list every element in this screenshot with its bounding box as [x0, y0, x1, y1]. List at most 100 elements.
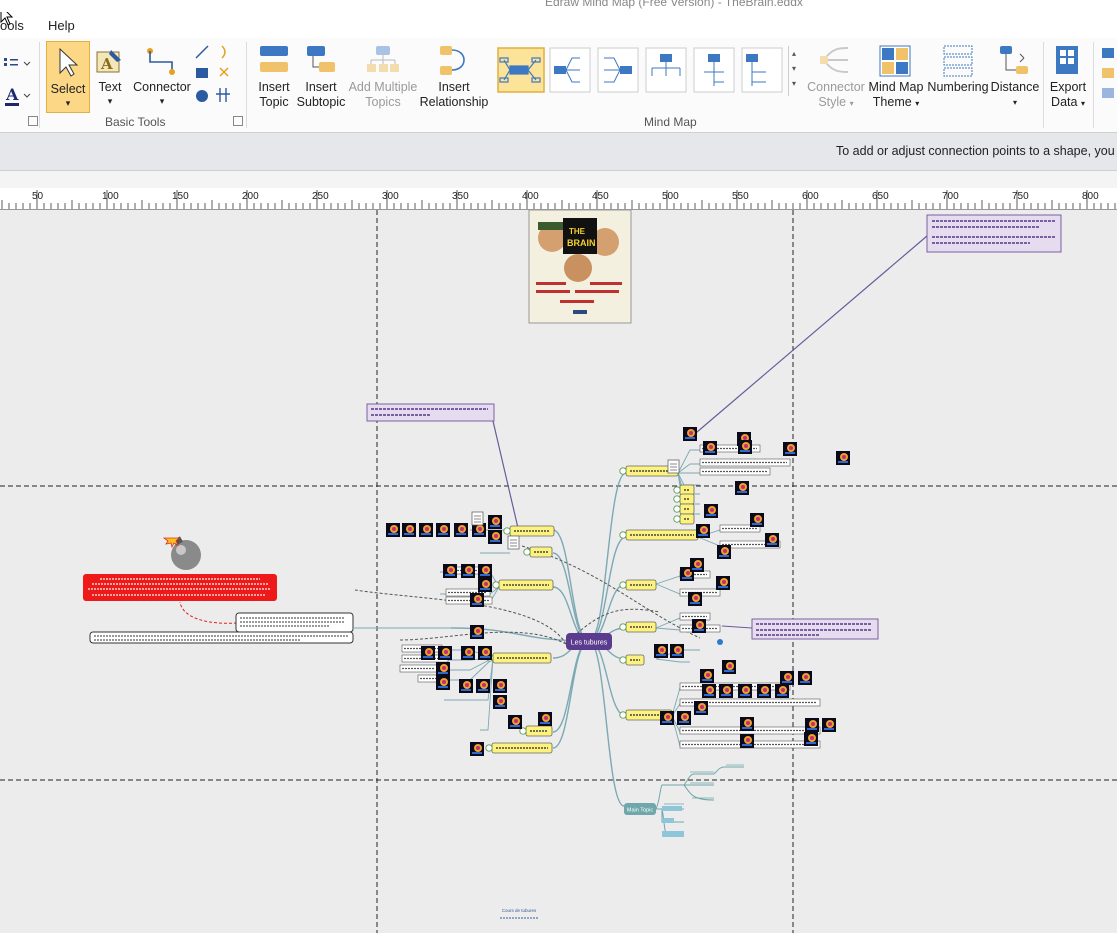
insert-subtopic-button[interactable]: Insert Subtopic	[295, 80, 347, 110]
album-thumbnail[interactable]	[478, 578, 492, 592]
link-marker-icon[interactable]	[717, 639, 723, 645]
album-thumbnail[interactable]	[493, 695, 507, 709]
album-thumbnail[interactable]	[704, 504, 718, 518]
album-thumbnail[interactable]	[783, 442, 797, 456]
select-button[interactable]: Select ▾	[46, 41, 90, 113]
numbering-button[interactable]: Numbering	[924, 80, 992, 95]
album-thumbnail[interactable]	[470, 742, 484, 756]
album-thumbnail[interactable]	[775, 684, 789, 698]
album-thumbnail[interactable]	[780, 671, 794, 685]
movie-poster-image[interactable]: THE BRAIN	[528, 210, 632, 324]
add-multiple-topics-button[interactable]: Add Multiple Topics	[345, 80, 421, 110]
bottom-topic-label[interactable]: Cours de tubures	[502, 908, 537, 913]
album-thumbnail[interactable]	[670, 644, 684, 658]
central-topic[interactable]: Les tubures	[566, 633, 612, 650]
menu-tools[interactable]: ools	[0, 18, 24, 33]
album-thumbnail[interactable]	[436, 662, 450, 676]
album-thumbnail[interactable]	[716, 576, 730, 590]
album-thumbnail[interactable]	[478, 564, 492, 578]
album-thumbnail[interactable]	[436, 523, 450, 537]
album-thumbnail[interactable]	[488, 530, 502, 544]
left-subtopic-boxes[interactable]	[89, 612, 354, 644]
album-thumbnail[interactable]	[654, 644, 668, 658]
theme-icon	[879, 45, 911, 77]
album-thumbnail[interactable]	[740, 717, 754, 731]
album-thumbnail[interactable]	[700, 669, 714, 683]
album-thumbnail[interactable]	[470, 593, 484, 607]
main-topic-node[interactable]: Main Topic	[624, 803, 656, 815]
horizontal-ruler[interactable]: 50 100 150 200 250 300 350 400 450 500 550 600 650 70…	[0, 188, 1117, 210]
album-thumbnail[interactable]	[740, 734, 754, 748]
album-thumbnail[interactable]	[722, 660, 736, 674]
menu-help[interactable]: Help	[48, 18, 75, 33]
note-callout-left[interactable]	[366, 403, 495, 422]
connector-tool-button[interactable]: Connector	[130, 80, 194, 95]
album-thumbnail[interactable]	[719, 684, 733, 698]
album-thumbnail[interactable]	[836, 451, 850, 465]
album-thumbnail[interactable]	[738, 440, 752, 454]
insert-topic-button[interactable]: Insert Topic	[252, 80, 296, 110]
export-data-button[interactable]: Export Data ▾	[1046, 80, 1090, 111]
album-thumbnail[interactable]	[478, 646, 492, 660]
album-thumbnail[interactable]	[757, 684, 771, 698]
basic-tools-launcher[interactable]	[233, 116, 243, 126]
album-thumbnail[interactable]	[683, 427, 697, 441]
album-thumbnail[interactable]	[419, 523, 433, 537]
album-thumbnail[interactable]	[738, 684, 752, 698]
red-warning-note[interactable]	[83, 574, 277, 601]
album-thumbnail[interactable]	[735, 481, 749, 495]
album-thumbnail[interactable]	[461, 564, 475, 578]
connector-style-button[interactable]: Connector Style ▾	[804, 80, 868, 111]
add-multiple-line2: Topics	[365, 95, 401, 109]
document-icon[interactable]	[507, 535, 520, 550]
album-thumbnail[interactable]	[703, 441, 717, 455]
album-thumbnail[interactable]	[765, 533, 779, 547]
document-icon[interactable]	[667, 459, 680, 474]
text-tool-button[interactable]: Text	[92, 80, 128, 95]
album-thumbnail[interactable]	[696, 524, 710, 538]
album-thumbnail[interactable]	[470, 625, 484, 639]
album-thumbnail[interactable]	[508, 715, 522, 729]
more-tools-icon[interactable]	[1100, 46, 1117, 106]
album-thumbnail[interactable]	[822, 718, 836, 732]
album-thumbnail[interactable]	[461, 646, 475, 660]
shape-tools-icon[interactable]	[194, 44, 238, 110]
album-thumbnail[interactable]	[402, 523, 416, 537]
album-thumbnail[interactable]	[804, 732, 818, 746]
album-thumbnail[interactable]	[692, 619, 706, 633]
album-thumbnail[interactable]	[717, 545, 731, 559]
album-thumbnail[interactable]	[677, 711, 691, 725]
font-group-launcher[interactable]	[28, 116, 38, 126]
album-thumbnail[interactable]	[798, 671, 812, 685]
album-thumbnail[interactable]	[476, 679, 490, 693]
gallery-scroll[interactable]: ▴ ▾ ▾	[788, 46, 799, 96]
note-callout-right[interactable]	[751, 618, 879, 640]
mind-map-theme-button[interactable]: Mind Map Theme ▾	[864, 80, 928, 111]
layout-gallery: ▴ ▾ ▾	[496, 46, 796, 96]
document-icon[interactable]	[471, 511, 484, 526]
album-thumbnail[interactable]	[454, 523, 468, 537]
album-thumbnail[interactable]	[688, 592, 702, 606]
album-thumbnail[interactable]	[421, 646, 435, 660]
drawing-canvas[interactable]: THE BRAIN Les tubures Main Topic Cours d…	[0, 210, 1117, 933]
album-thumbnail[interactable]	[443, 564, 457, 578]
album-thumbnail[interactable]	[493, 679, 507, 693]
album-thumbnail[interactable]	[660, 711, 674, 725]
distance-button[interactable]: Distance ▾	[988, 80, 1042, 110]
album-thumbnail[interactable]	[750, 513, 764, 527]
central-topic-label: Les tubures	[571, 640, 608, 647]
album-thumbnail[interactable]	[386, 523, 400, 537]
album-thumbnail[interactable]	[459, 679, 473, 693]
album-thumbnail[interactable]	[702, 684, 716, 698]
insert-relationship-button[interactable]: Insert Relationship	[418, 80, 490, 110]
album-thumbnail[interactable]	[690, 558, 704, 572]
album-thumbnail[interactable]	[805, 718, 819, 732]
list-format-icon[interactable]: A	[2, 52, 34, 112]
insert-topic-line2: Topic	[259, 95, 289, 109]
album-thumbnail[interactable]	[538, 712, 552, 726]
note-callout-top-right[interactable]	[926, 214, 1062, 253]
album-thumbnail[interactable]	[436, 676, 450, 690]
album-thumbnail[interactable]	[694, 701, 708, 715]
album-thumbnail[interactable]	[488, 515, 502, 529]
album-thumbnail[interactable]	[438, 646, 452, 660]
